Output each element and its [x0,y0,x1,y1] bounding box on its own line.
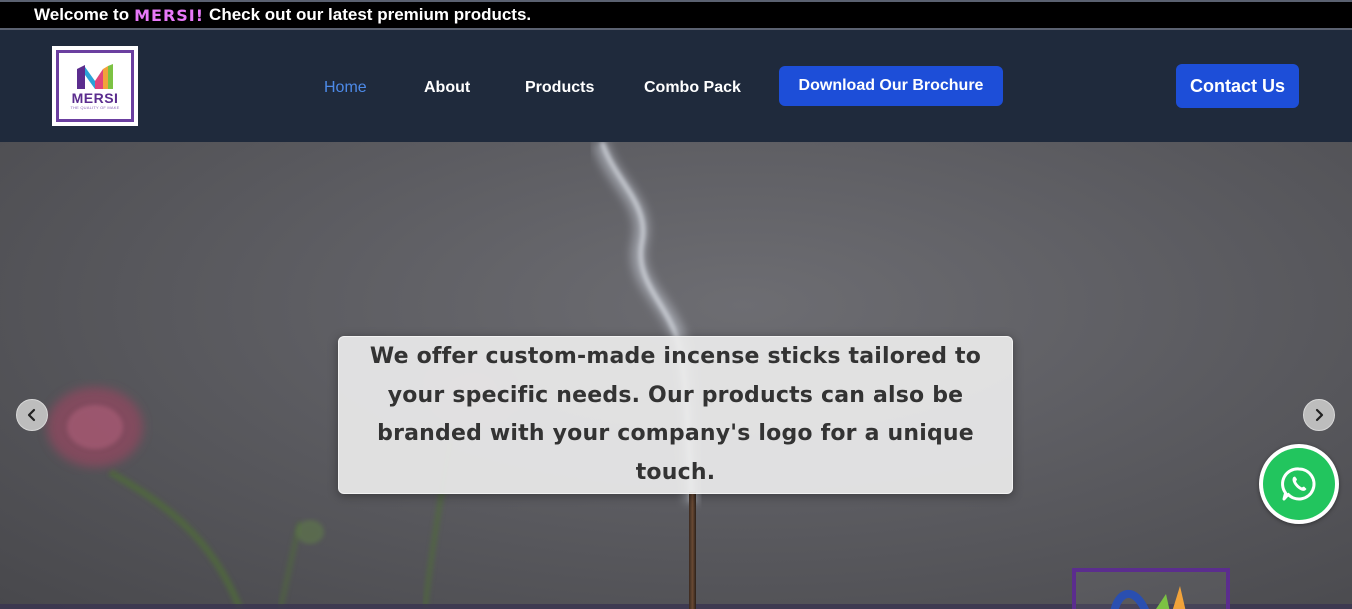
nav-combo-pack[interactable]: Combo Pack [644,78,741,98]
announcement-bar: Welcome to MERSI! Check out our latest p… [0,0,1352,30]
incense-stick [689,492,696,609]
hero-brand-logo [1072,568,1230,609]
hero-caption-card: We offer custom-made incense sticks tail… [338,336,1013,494]
download-brochure-button[interactable]: Download Our Brochure [779,66,1003,106]
hero-caption: We offer custom-made incense sticks tail… [369,344,982,485]
logo-mark-icon [77,63,113,89]
whatsapp-button[interactable] [1259,444,1339,524]
carousel-next-button[interactable] [1303,399,1335,431]
announcement-brand: MERSI! [134,5,205,25]
nav-home[interactable]: Home [324,78,367,98]
logo-wordmark: MERSI [71,89,119,106]
contact-us-button[interactable]: Contact Us [1176,64,1299,108]
logo-frame: MERSI THE QUALITY OF MAKE [56,50,134,122]
site-logo[interactable]: MERSI THE QUALITY OF MAKE [52,46,138,126]
chevron-left-icon [27,408,36,422]
hero-logo-mark-icon [1110,586,1186,609]
announcement-prefix: Welcome to [34,5,130,24]
logo-tagline: THE QUALITY OF MAKE [70,104,120,110]
carousel-prev-button[interactable] [16,399,48,431]
nav-about[interactable]: About [424,78,470,98]
site-header: MERSI THE QUALITY OF MAKE Home About Pro… [0,30,1352,142]
whatsapp-circle [1263,448,1335,520]
hero-carousel: We offer custom-made incense sticks tail… [0,142,1352,609]
whatsapp-icon [1281,467,1316,501]
nav-products[interactable]: Products [525,78,594,98]
chevron-right-icon [1315,408,1324,422]
announcement-suffix: Check out our latest premium products. [209,5,532,24]
